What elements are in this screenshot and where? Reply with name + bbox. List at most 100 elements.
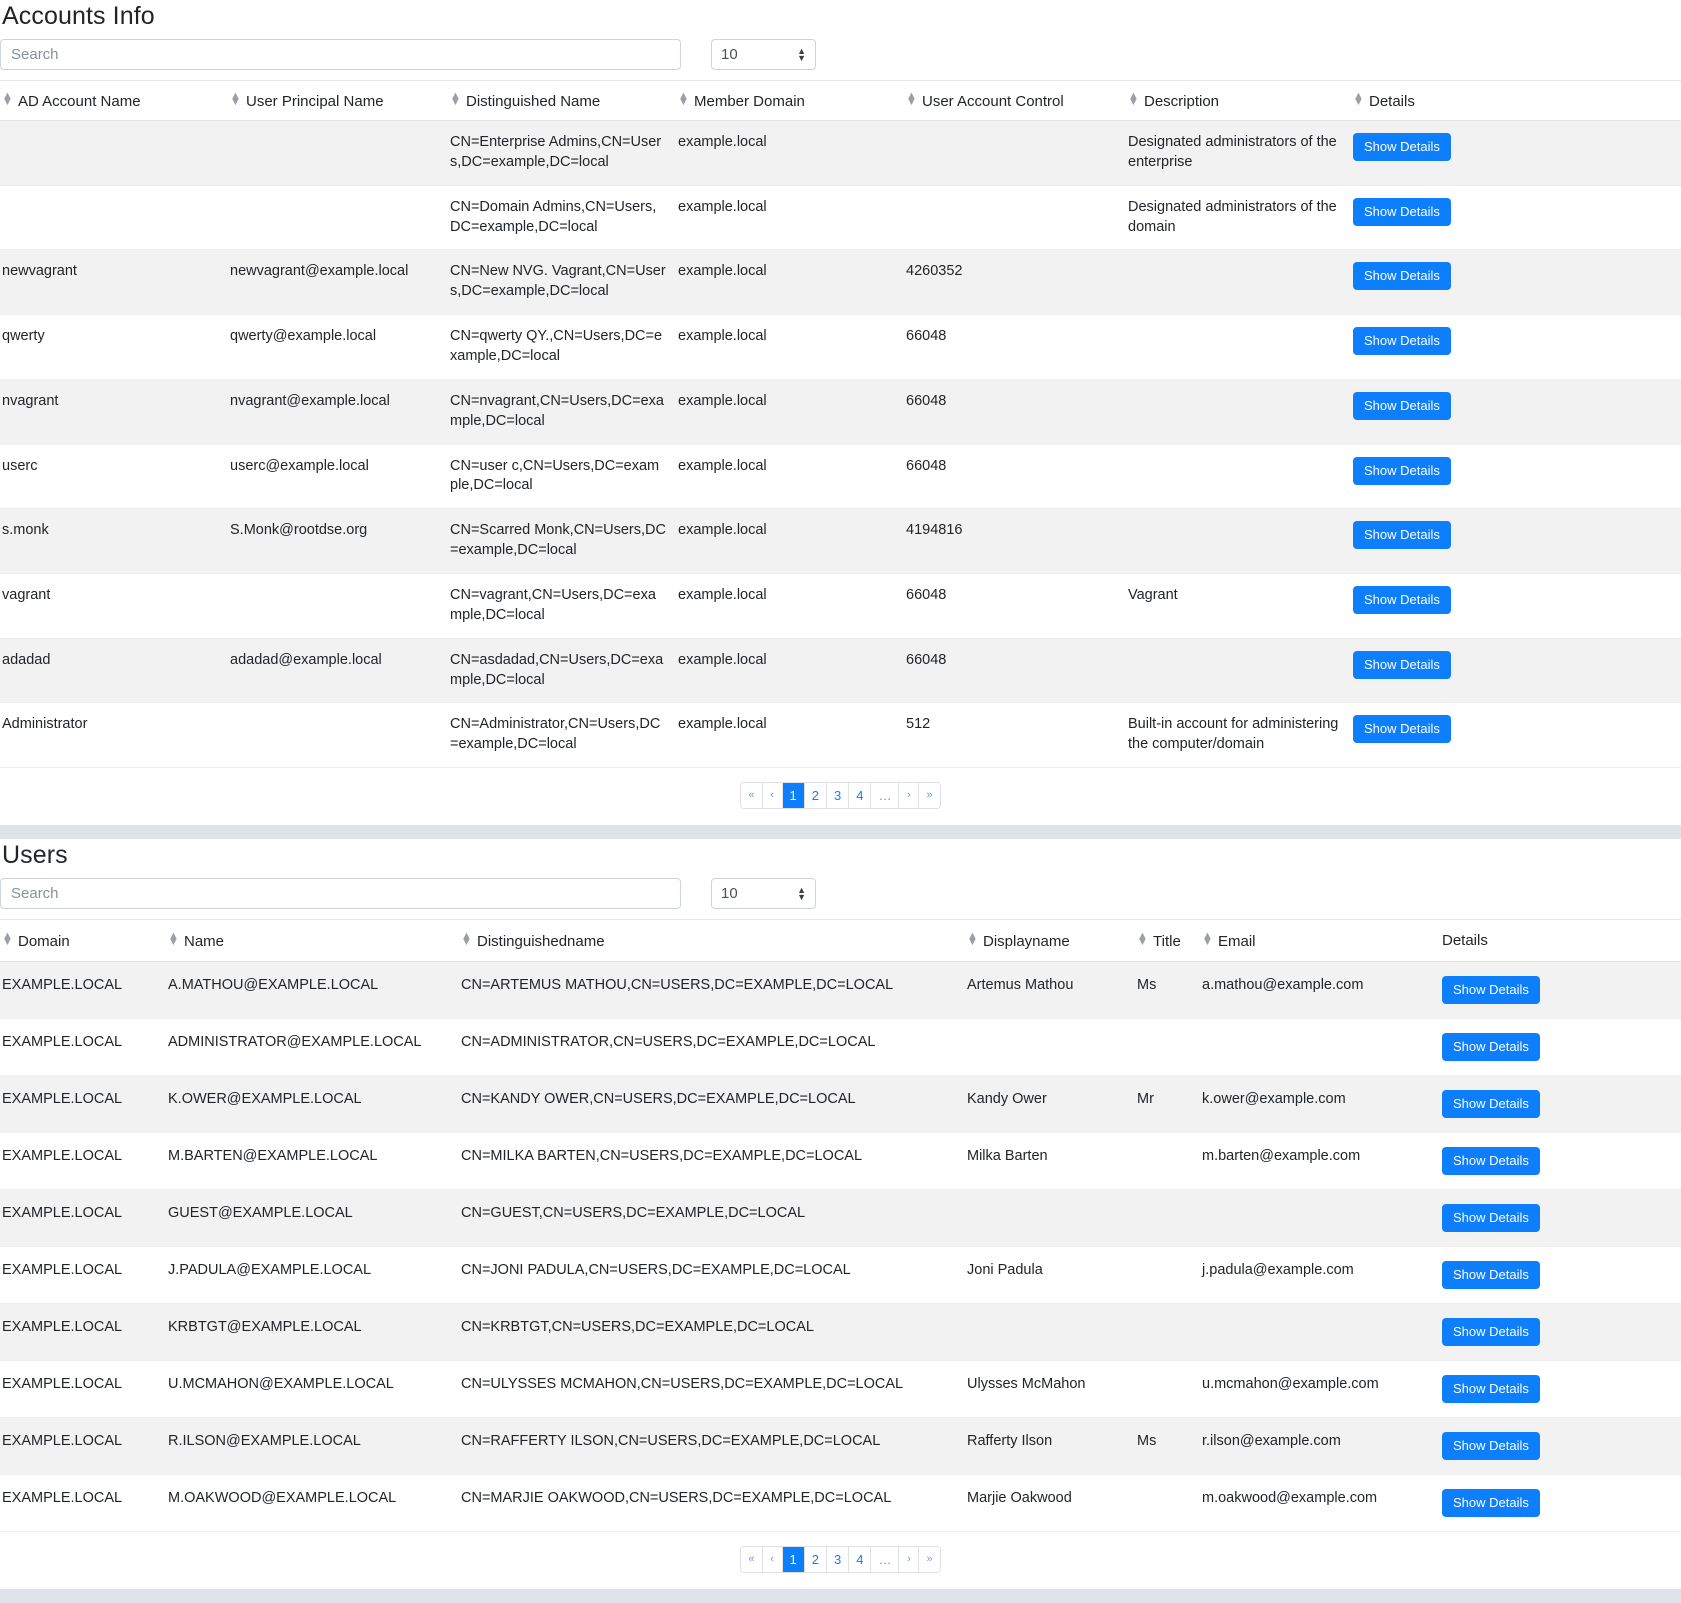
users-page-size-wrap: 10 ▲ ▼ — [711, 878, 816, 910]
cell-displayname — [965, 1303, 1135, 1362]
pagination-prev[interactable]: ‹ — [762, 783, 783, 809]
users-page-size-select[interactable]: 10 — [711, 878, 816, 910]
show-details-button[interactable]: Show Details — [1442, 976, 1540, 1005]
cell-email: a.mathou@example.com — [1200, 961, 1440, 1020]
cell-details: Show Details — [1351, 508, 1681, 575]
accounts-col-details[interactable]: ▲ ▼ Details — [1351, 80, 1681, 121]
show-details-button[interactable]: Show Details — [1442, 1261, 1540, 1290]
show-details-button[interactable]: Show Details — [1353, 715, 1451, 744]
sort-icon: ▲ ▼ — [678, 90, 689, 108]
users-page-title: Users — [2, 841, 68, 870]
cell-title: Ms — [1135, 961, 1200, 1020]
show-details-button[interactable]: Show Details — [1353, 391, 1451, 420]
pagination-page-1[interactable]: 1 — [782, 1547, 805, 1573]
table-row: adadad adadad@example.local CN=asdadad,CN=… — [0, 638, 1681, 704]
accounts-page-size-select[interactable]: 10 — [711, 39, 816, 70]
cell-email: u.mcmahon@example.com — [1200, 1360, 1440, 1419]
pagination-last[interactable]: » — [919, 783, 940, 809]
pagination-next[interactable]: › — [899, 783, 920, 809]
users-col-name[interactable]: ▲ ▼ Name — [166, 919, 459, 963]
show-details-button[interactable]: Show Details — [1353, 586, 1451, 615]
show-details-button[interactable]: Show Details — [1442, 1090, 1540, 1119]
show-details-button[interactable]: Show Details — [1353, 650, 1451, 679]
pagination-page-2[interactable]: 2 — [804, 783, 827, 809]
pagination-page-4[interactable]: 4 — [849, 1547, 872, 1573]
cell-user-principal-name — [228, 573, 448, 639]
pagination-page-2[interactable]: 2 — [804, 1547, 827, 1573]
show-details-button[interactable]: Show Details — [1442, 1489, 1540, 1518]
cell-distinguishedname: CN=ULYSSES MCMAHON,CN=USERS,DC=EXAMPLE,D… — [459, 1360, 965, 1419]
cell-domain: EXAMPLE.LOCAL — [0, 1018, 166, 1077]
cell-user-account-control — [904, 120, 1126, 186]
users-col-domain[interactable]: ▲ ▼ Domain — [0, 919, 166, 963]
users-col-email[interactable]: ▲ ▼ Email — [1200, 919, 1440, 963]
show-details-button[interactable]: Show Details — [1442, 1375, 1540, 1404]
pagination-first[interactable]: « — [741, 1547, 763, 1573]
accounts-search-input[interactable] — [0, 39, 681, 70]
cell-ad-account-name: s.monk — [0, 508, 228, 575]
accounts-header-row: ▲ ▼ AD Account Name ▲ ▼ User Principal Name … — [0, 80, 1681, 121]
pagination-next[interactable]: › — [899, 1547, 920, 1573]
cell-distinguishedname: CN=KRBTGT,CN=USERS,DC=EXAMPLE,DC=LOCAL — [459, 1303, 965, 1362]
cell-details: Show Details — [1440, 1075, 1681, 1134]
show-details-button[interactable]: Show Details — [1353, 197, 1451, 226]
users-table-body: EXAMPLE.LOCAL A.MATHOU@EXAMPLE.LOCAL CN=AR… — [0, 961, 1681, 1533]
users-col-distinguishedname[interactable]: ▲ ▼ Distinguishedname — [459, 919, 965, 963]
users-col-title[interactable]: ▲ ▼ Title — [1135, 919, 1200, 963]
accounts-controls: 10 ▲▼ — [0, 35, 1681, 80]
pagination-page-3[interactable]: 3 — [827, 783, 850, 809]
users-search-input[interactable] — [0, 878, 681, 910]
accounts-pagination-wrap: «‹ 1 2 3 4… ›» — [0, 768, 1681, 825]
show-details-button[interactable]: Show Details — [1353, 456, 1451, 485]
cell-details: Show Details — [1440, 1417, 1681, 1476]
show-details-button[interactable]: Show Details — [1442, 1432, 1540, 1461]
accounts-col-description[interactable]: ▲ ▼ Description — [1126, 80, 1351, 121]
users-col-details: Details — [1440, 919, 1681, 963]
accounts-col-user-account-control[interactable]: ▲ ▼ User Account Control — [904, 80, 1126, 121]
cell-title — [1135, 1189, 1200, 1248]
accounts-col-ad-account-name[interactable]: ▲ ▼ AD Account Name — [0, 80, 228, 121]
panel-divider — [0, 825, 1681, 840]
pagination-ellipsis[interactable]: … — [871, 1547, 900, 1573]
show-details-button[interactable]: Show Details — [1442, 1204, 1540, 1233]
cell-user-account-control: 66048 — [904, 379, 1126, 445]
cell-details: Show Details — [1440, 1360, 1681, 1419]
accounts-col-user-principal-name[interactable]: ▲ ▼ User Principal Name — [228, 80, 448, 121]
users-col-displayname[interactable]: ▲ ▼ Displayname — [965, 919, 1135, 963]
accounts-pagination[interactable]: «‹ 1 2 3 4… ›» — [740, 782, 941, 810]
table-row: EXAMPLE.LOCAL U.MCMAHON@EXAMPLE.LOCAL CN=U… — [0, 1360, 1681, 1419]
cell-user-account-control: 4260352 — [904, 249, 1126, 316]
bottom-divider — [0, 1589, 1681, 1603]
cell-domain: EXAMPLE.LOCAL — [0, 1246, 166, 1305]
cell-name: A.MATHOU@EXAMPLE.LOCAL — [166, 961, 459, 1020]
accounts-page-title: Accounts Info — [2, 2, 155, 30]
pagination-last[interactable]: » — [919, 1547, 940, 1573]
sort-icon: ▲ ▼ — [230, 90, 241, 108]
show-details-button[interactable]: Show Details — [1442, 1318, 1540, 1347]
show-details-button[interactable]: Show Details — [1353, 327, 1451, 356]
cell-distinguishedname: CN=ARTEMUS MATHOU,CN=USERS,DC=EXAMPLE,DC… — [459, 961, 965, 1020]
show-details-button[interactable]: Show Details — [1442, 1147, 1540, 1176]
column-label: Member Domain — [694, 93, 805, 110]
table-row: EXAMPLE.LOCAL K.OWER@EXAMPLE.LOCAL CN=KAND… — [0, 1075, 1681, 1134]
show-details-button[interactable]: Show Details — [1353, 521, 1451, 550]
pagination-first[interactable]: « — [741, 783, 763, 809]
users-controls: 10 ▲▼ — [0, 874, 1681, 919]
accounts-col-member-domain[interactable]: ▲ ▼ Member Domain — [676, 80, 904, 121]
show-details-button[interactable]: Show Details — [1442, 1033, 1540, 1062]
sort-icon: ▲ ▼ — [906, 90, 917, 108]
show-details-button[interactable]: Show Details — [1353, 262, 1451, 291]
pagination-page-1[interactable]: 1 — [782, 783, 805, 809]
accounts-info-panel: Accounts Info 10 ▲▼ ▲▼ AD Account Name ▲▼… — [0, 0, 1681, 826]
pagination-page-3[interactable]: 3 — [827, 1547, 850, 1573]
cell-title — [1135, 1360, 1200, 1419]
pagination-page-4[interactable]: 4 — [849, 783, 872, 809]
accounts-col-distinguished-name[interactable]: ▲ ▼ Distinguished Name — [448, 80, 676, 121]
users-pagination[interactable]: «‹ 1 2 3 4… ›» — [740, 1546, 941, 1574]
sort-icon: ▲ ▼ — [1128, 90, 1139, 108]
pagination-ellipsis[interactable]: … — [871, 783, 900, 809]
pagination-prev[interactable]: ‹ — [762, 1547, 783, 1573]
cell-user-account-control: 66048 — [904, 573, 1126, 639]
cell-ad-account-name: qwerty — [0, 314, 228, 380]
show-details-button[interactable]: Show Details — [1353, 133, 1451, 161]
